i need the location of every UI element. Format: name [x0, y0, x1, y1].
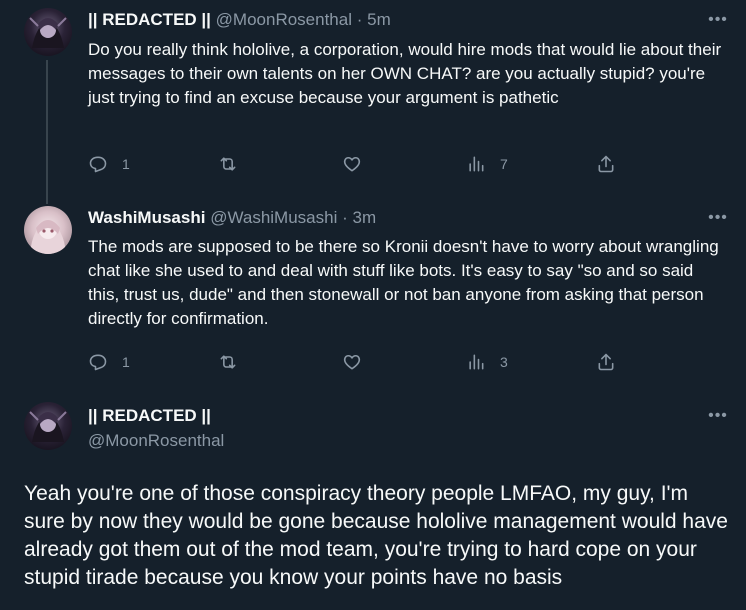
separator: ·: [356, 10, 363, 29]
thread-line: [46, 60, 48, 190]
author-name[interactable]: WashiMusashi: [88, 208, 205, 227]
more-icon[interactable]: •••: [708, 10, 728, 30]
reply-button[interactable]: 1: [88, 152, 130, 176]
tweet-1[interactable]: || REDACTED || @MoonRosenthal · 5m ••• D…: [0, 0, 746, 190]
share-button[interactable]: [596, 350, 616, 374]
dark-anime-avatar-icon: [29, 17, 67, 48]
reply-count: 1: [122, 354, 130, 370]
author-handle[interactable]: @MoonRosenthal: [216, 10, 352, 29]
tweet-header: || REDACTED || @MoonRosenthal: [88, 406, 224, 451]
like-button[interactable]: [342, 152, 362, 176]
more-icon[interactable]: •••: [708, 406, 728, 426]
author-name[interactable]: || REDACTED ||: [88, 406, 224, 426]
like-button[interactable]: [342, 350, 362, 374]
tweet-header: WashiMusashi @WashiMusashi · 3m: [88, 208, 376, 228]
tweet-text: The mods are supposed to be there so Kro…: [88, 237, 719, 328]
focus-tweet[interactable]: || REDACTED || @MoonRosenthal ••• Yeah y…: [0, 390, 746, 610]
views-button[interactable]: 7: [466, 152, 508, 176]
reply-button[interactable]: 1: [88, 350, 130, 374]
avatar[interactable]: [24, 206, 72, 254]
timestamp[interactable]: 3m: [353, 208, 377, 227]
like-icon: [343, 354, 361, 370]
dark-anime-avatar-icon: [29, 411, 67, 442]
retweet-icon: [220, 157, 236, 171]
views-icon: [469, 354, 484, 370]
share-button[interactable]: [596, 152, 616, 176]
reply-count: 1: [122, 156, 130, 172]
share-icon: [598, 155, 614, 173]
separator: ·: [342, 208, 348, 227]
retweet-icon: [220, 355, 236, 369]
views-button[interactable]: 3: [466, 350, 508, 374]
views-icon: [469, 156, 484, 172]
tweet-2[interactable]: WashiMusashi @WashiMusashi · 3m ••• The …: [0, 190, 746, 390]
share-icon: [598, 353, 614, 371]
retweet-button[interactable]: [218, 152, 238, 176]
reply-icon: [89, 354, 107, 371]
timestamp[interactable]: 5m: [367, 10, 391, 29]
author-handle[interactable]: @WashiMusashi: [210, 208, 337, 227]
light-anime-avatar-icon: [30, 220, 66, 254]
views-count: 7: [500, 156, 508, 172]
avatar[interactable]: [24, 8, 72, 56]
tweet-header: || REDACTED || @MoonRosenthal · 5m: [88, 10, 391, 30]
avatar[interactable]: [24, 402, 72, 450]
action-bar: 1 3: [88, 350, 628, 374]
like-icon: [343, 156, 361, 172]
more-icon[interactable]: •••: [708, 208, 728, 228]
action-bar: 1 7: [88, 152, 628, 176]
reply-icon: [89, 156, 107, 173]
tweet-text: Do you really think hololive, a corporat…: [88, 40, 722, 107]
author-name[interactable]: || REDACTED ||: [88, 10, 211, 29]
thread-line: [46, 190, 48, 204]
tweet-text: Yeah you're one of those conspiracy theo…: [24, 482, 728, 589]
views-count: 3: [500, 354, 508, 370]
retweet-button[interactable]: [218, 350, 238, 374]
author-handle[interactable]: @MoonRosenthal: [88, 431, 224, 451]
